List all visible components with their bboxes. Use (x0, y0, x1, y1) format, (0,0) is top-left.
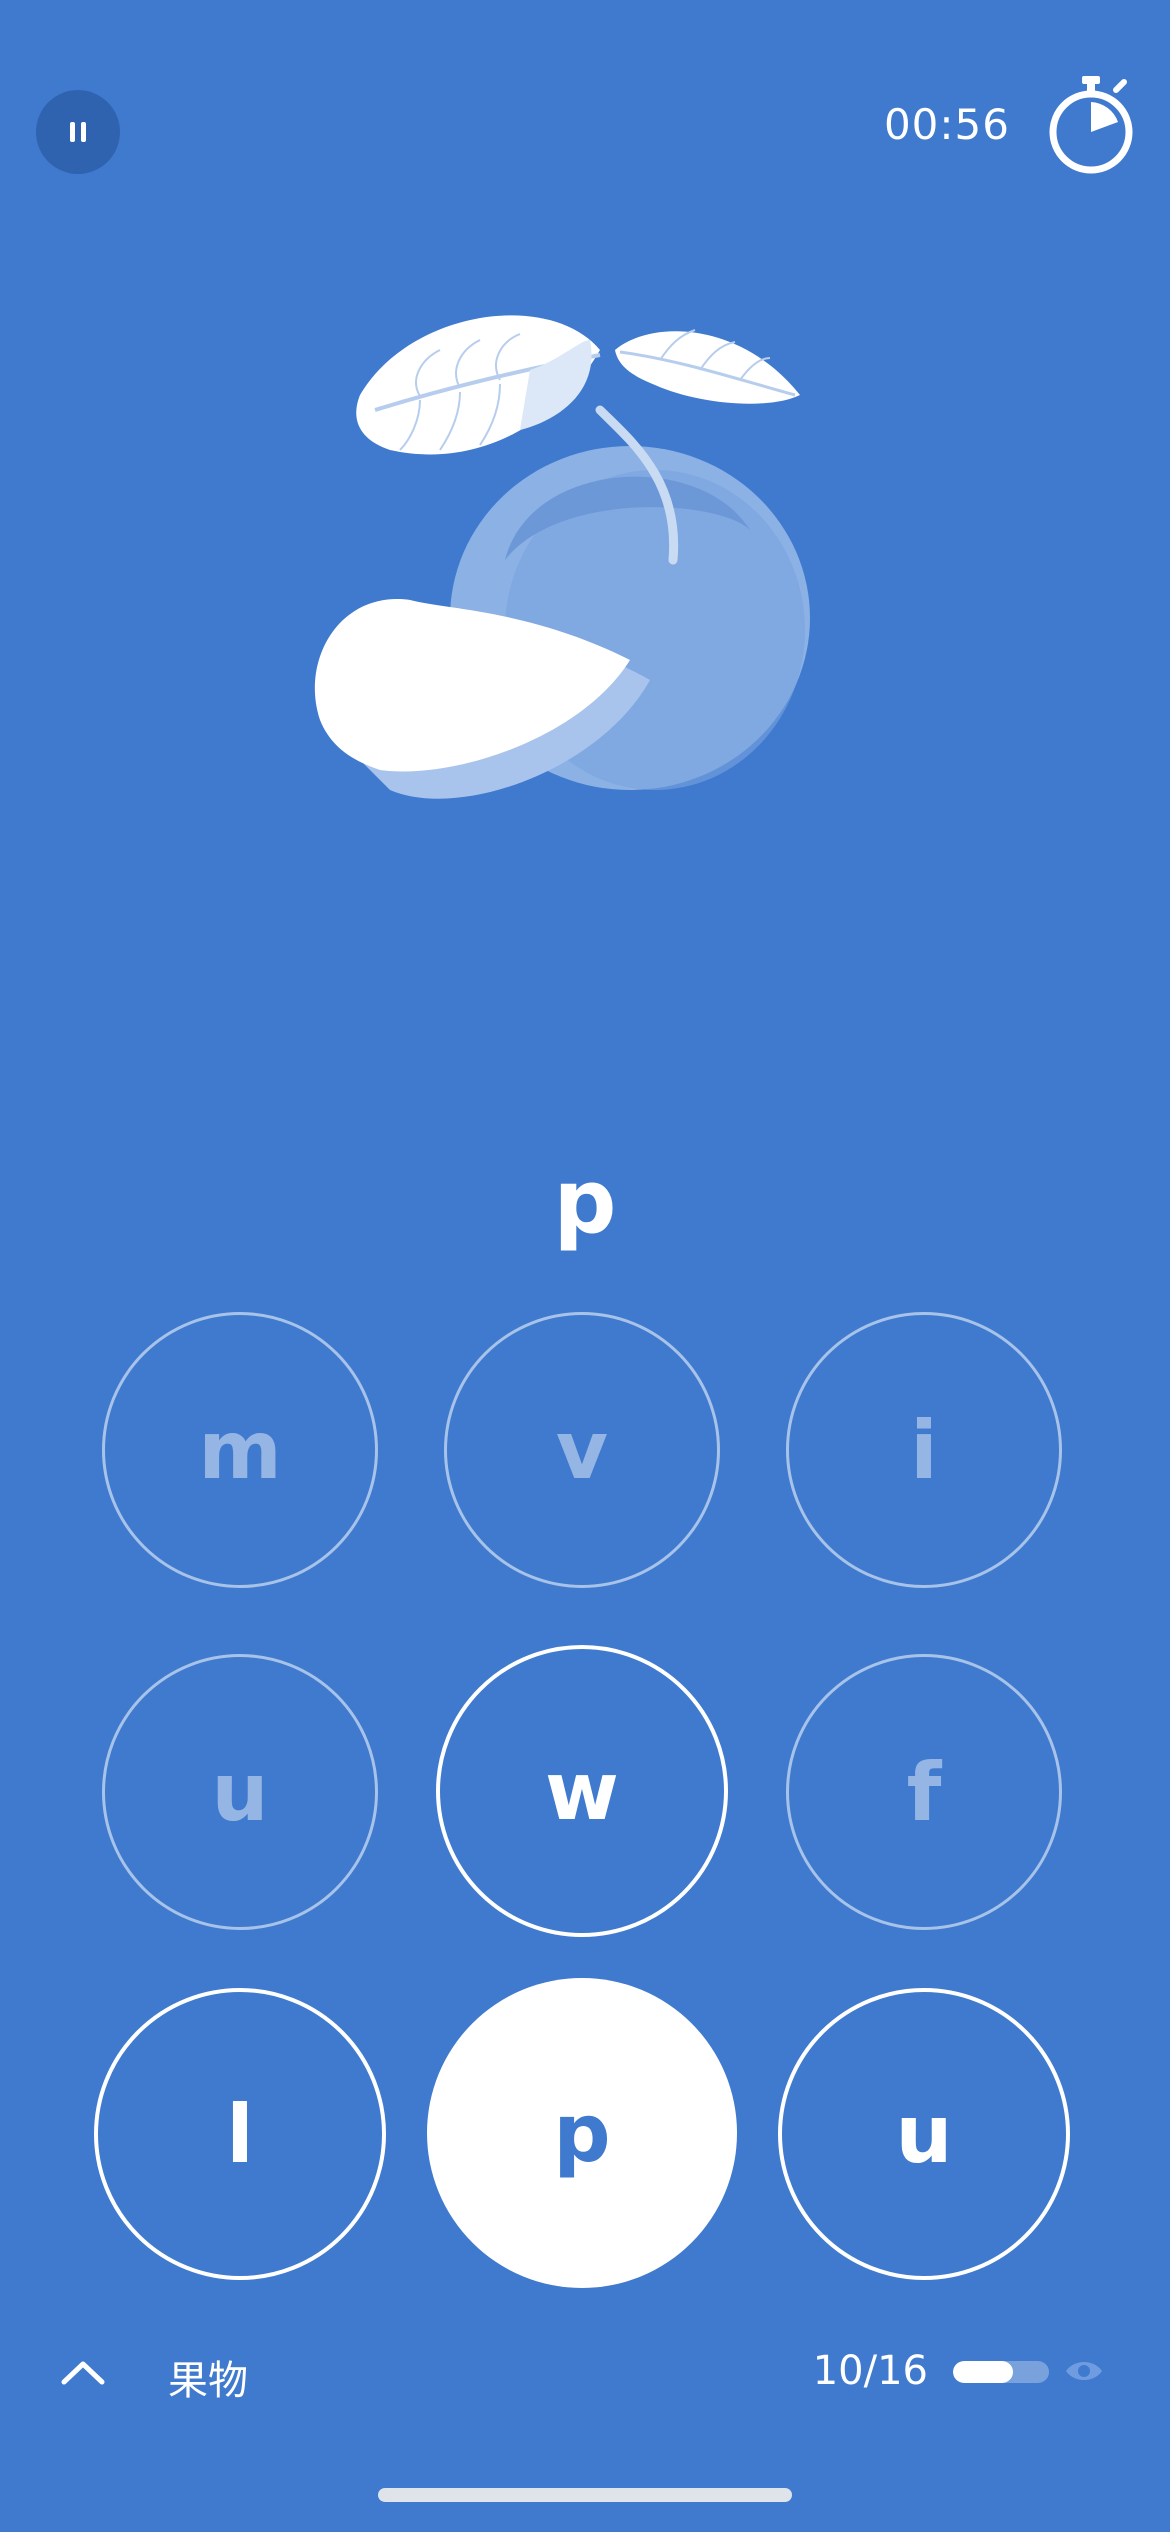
eye-icon[interactable] (1064, 2356, 1104, 2386)
timer-text: 00:56 (883, 100, 1010, 149)
target-letter: p (553, 1150, 617, 1253)
letter-key-m[interactable]: m (102, 1312, 378, 1588)
letter-key-u[interactable]: u (778, 1988, 1070, 2280)
letter-key-f[interactable]: f (786, 1654, 1062, 1930)
letter-key-l[interactable]: l (94, 1988, 386, 2280)
letter-key-p-selected[interactable]: p (427, 1978, 737, 2288)
stopwatch-icon (1049, 76, 1133, 174)
progress-bar-fill (953, 2361, 1013, 2383)
letter-key-v[interactable]: v (444, 1312, 720, 1588)
fruit-illustration (314, 315, 810, 799)
letter-key-i[interactable]: i (786, 1312, 1062, 1588)
progress-bar (953, 2361, 1049, 2383)
letter-key-u[interactable]: u (102, 1654, 378, 1930)
home-indicator[interactable] (378, 2488, 792, 2502)
chevron-up-icon[interactable] (58, 2352, 108, 2392)
pause-icon (70, 122, 86, 142)
letter-key-w[interactable]: w (436, 1645, 728, 1937)
progress-count: 10/16 (812, 2348, 928, 2394)
category-label: 果物 (168, 2358, 248, 2404)
pause-button[interactable] (36, 90, 120, 174)
